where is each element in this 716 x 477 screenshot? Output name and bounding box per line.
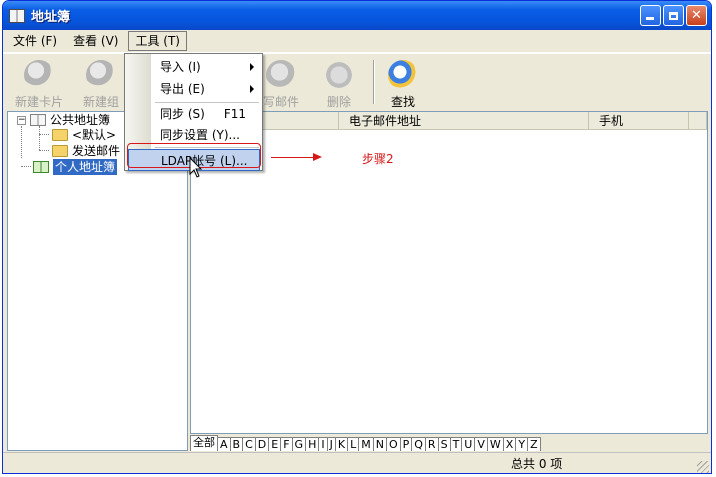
tree-connector (21, 126, 22, 158)
close-button[interactable]: ✕ (686, 5, 707, 26)
tree-item-public[interactable]: − 公共地址簿 (17, 112, 110, 128)
annotation-arrow-icon (313, 153, 322, 161)
write-mail-icon (266, 60, 296, 90)
folder-icon (52, 129, 68, 141)
tab-o[interactable]: O (385, 437, 401, 451)
folder-icon (52, 145, 68, 157)
personal-address-book-icon (33, 161, 49, 173)
collapse-icon[interactable]: − (17, 115, 26, 125)
tree-connector (21, 166, 31, 167)
tab-r[interactable]: R (424, 437, 439, 451)
tab-n[interactable]: N (372, 437, 387, 451)
menu-item-import[interactable]: 导入 (I) (152, 56, 260, 78)
toolbar: 新建卡片 新建组 写邮件 删除 查找 (3, 53, 711, 111)
tab-b[interactable]: B (229, 437, 244, 451)
menu-item-label: 导入 (I) (160, 60, 201, 74)
tab-h[interactable]: H (305, 437, 320, 451)
menu-item-label: 同步 (S) (160, 107, 205, 121)
tab-m[interactable]: M (358, 437, 374, 451)
contact-list[interactable]: 电子邮件地址 手机 (190, 111, 708, 434)
tab-q[interactable]: Q (411, 437, 426, 451)
tree-connector (39, 134, 49, 135)
minimize-icon (646, 17, 654, 20)
step-annotation: 步骤2 (362, 152, 394, 166)
new-group-label: 新建组 (82, 95, 119, 109)
menu-file[interactable]: 文件 (F) (7, 31, 63, 51)
window-title: 地址簿 (31, 10, 71, 25)
menu-item-label: 同步设置 (Y)... (160, 128, 240, 142)
new-card-button[interactable]: 新建卡片 (11, 60, 67, 110)
close-icon: ✕ (691, 8, 702, 23)
tree-item-label: 发送邮件 (72, 144, 121, 158)
tab-v[interactable]: V (474, 437, 488, 451)
delete-icon (324, 60, 354, 90)
tree-item-label: 个人地址簿 (53, 159, 118, 175)
status-total: 总共 0 项 (511, 457, 563, 471)
tab-w[interactable]: W (486, 437, 504, 451)
tab-u[interactable]: U (461, 437, 476, 451)
tree-item-label: <默认> (72, 128, 117, 142)
menu-item-label: 导出 (E) (160, 82, 205, 96)
title-bar[interactable]: 地址簿 ✕ (3, 1, 711, 30)
mouse-cursor-icon (189, 157, 203, 178)
tree-item-personal[interactable]: 个人地址簿 (33, 159, 118, 175)
annotation-arrow-line (271, 157, 315, 158)
new-card-label: 新建卡片 (14, 95, 63, 109)
address-book-icon (30, 114, 46, 126)
tree-item-default[interactable]: <默认> (52, 127, 116, 143)
tab-x[interactable]: X (502, 437, 517, 451)
menu-item-export[interactable]: 导出 (E) (152, 78, 260, 100)
menu-view[interactable]: 查看 (V) (67, 31, 124, 51)
menu-bar: 文件 (F) 查看 (V) 工具 (T) (3, 30, 711, 53)
column-header-filler (689, 112, 707, 130)
tab-a[interactable]: A (217, 437, 231, 451)
menu-item-sync[interactable]: 同步 (S) F11 (152, 103, 260, 125)
tree-item-label: 公共地址簿 (50, 113, 111, 127)
minimize-button[interactable] (640, 5, 661, 26)
delete-label: 删除 (326, 95, 351, 109)
tab-g[interactable]: G (291, 437, 307, 451)
column-header-mobile[interactable]: 手机 (589, 112, 689, 130)
tab-z[interactable]: Z (527, 437, 541, 451)
maximize-button[interactable] (663, 5, 684, 26)
maximize-icon (669, 11, 678, 20)
menu-tools[interactable]: 工具 (T) (128, 31, 187, 51)
submenu-arrow-icon (250, 63, 254, 71)
find-icon (388, 60, 418, 90)
new-card-icon (24, 60, 54, 90)
tree-item-sent[interactable]: 发送邮件 (52, 143, 120, 159)
new-group-icon (86, 60, 116, 90)
status-bar: 总共 0 项 (3, 452, 711, 473)
find-button[interactable]: 查找 (375, 60, 431, 110)
tree-connector (39, 150, 49, 151)
alphabet-tabs: 全部 A B C D E F G H I J K L M N O P Q R S… (190, 434, 708, 451)
menu-shortcut: F11 (223, 107, 246, 121)
delete-button[interactable]: 删除 (311, 60, 367, 110)
tab-all[interactable]: 全部 (190, 435, 218, 451)
tree-connector (39, 126, 40, 150)
column-header-email[interactable]: 电子邮件地址 (339, 112, 589, 130)
tab-d[interactable]: D (254, 437, 270, 451)
address-book-window: 地址簿 ✕ 文件 (F) 查看 (V) 工具 (T) 新建卡片 新建组 写邮件 … (2, 0, 712, 474)
address-book-icon (9, 8, 25, 23)
new-group-button[interactable]: 新建组 (73, 60, 129, 110)
tab-c[interactable]: C (242, 437, 256, 451)
find-label: 查找 (390, 95, 415, 109)
resize-grip-icon[interactable] (697, 461, 709, 473)
submenu-arrow-icon (250, 85, 254, 93)
